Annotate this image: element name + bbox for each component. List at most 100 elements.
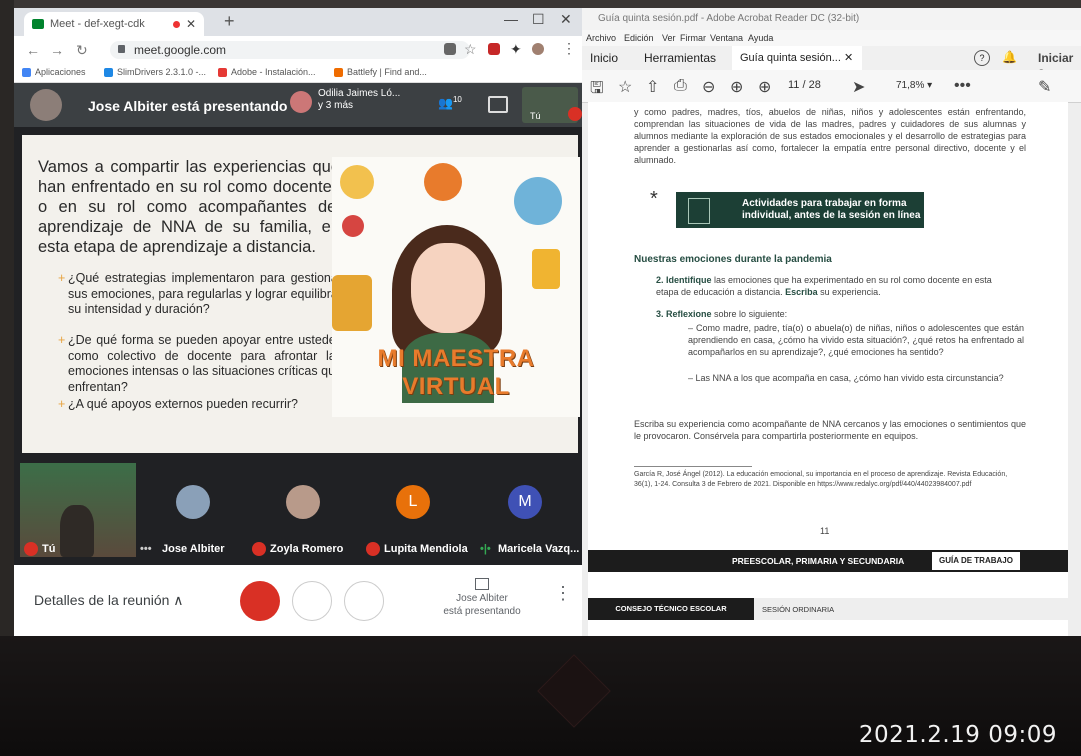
footnote-divider	[634, 466, 752, 467]
close-window-button[interactable]: ✕	[560, 11, 572, 28]
close-tab-icon[interactable]: ✕	[186, 17, 196, 31]
list-item: 3. Reflexione sobre lo siguiente:	[656, 309, 788, 319]
profile-avatar[interactable]	[532, 43, 544, 55]
more-options-icon[interactable]: ⋮	[554, 583, 572, 604]
slide-title: Vamos a compartir las experiencias que h…	[38, 158, 340, 256]
more-options-icon[interactable]: •••	[140, 543, 152, 555]
mic-off-icon	[24, 542, 38, 556]
help-icon[interactable]: ?	[974, 50, 990, 66]
shared-slide: Vamos a compartir las experiencias que h…	[22, 135, 580, 453]
tab-home[interactable]: Inicio	[590, 51, 618, 65]
upload-icon[interactable]: ⇧	[646, 77, 659, 97]
apple-icon	[342, 215, 364, 237]
menu-item[interactable]: Ventana	[710, 33, 743, 43]
meeting-controls: Detalles de la reunión ∧ Jose Albiter es…	[14, 565, 582, 636]
mic-toggle-button[interactable]	[240, 581, 280, 621]
monitor-frame-left	[0, 0, 14, 640]
minimize-button[interactable]: —	[504, 11, 518, 27]
bookmark-apps[interactable]: Aplicaciones	[22, 67, 86, 77]
avatar	[286, 485, 320, 519]
menu-item[interactable]: Edición	[624, 33, 654, 43]
footer-band: CONSEJO TÉCNICO ESCOLAR SESIÓN ORDINARIA	[588, 598, 1068, 620]
present-icon	[475, 578, 489, 590]
people-button[interactable]: 👥10	[438, 95, 462, 110]
forward-icon[interactable]: →	[50, 42, 64, 58]
bookmarks-bar: Aplicaciones SlimDrivers 2.3.1.0 -... Ad…	[14, 64, 582, 83]
print-icon[interactable]: ⎙	[674, 77, 687, 95]
bell-icon[interactable]: 🔔	[1002, 50, 1017, 64]
participants-summary: Odilia Jaimes Ló... y 3 más	[318, 88, 401, 111]
list-item: – Como madre, padre, tía(o) o abuela(o) …	[688, 323, 1024, 357]
mic-off-icon	[252, 542, 266, 556]
footer-band: PREESCOLAR, PRIMARIA Y SECUNDARIA GUÍA D…	[588, 550, 1068, 572]
maximize-button[interactable]: ☐	[532, 11, 545, 28]
globe-icon	[514, 177, 562, 225]
menu-bar: Archivo Edición Ver Firmar Ventana Ayuda	[582, 30, 1081, 46]
acrobat-window: Guía quinta sesión.pdf - Adobe Acrobat R…	[582, 8, 1081, 636]
slide-bullet: ¿Qué estrategias implementaron para gest…	[58, 271, 342, 318]
page-field[interactable]: 11 / 28	[788, 79, 821, 91]
more-tools-icon[interactable]: •••	[954, 77, 971, 95]
sign-icon[interactable]: ✎	[1038, 77, 1051, 97]
presentation-status[interactable]: Jose Albiter está presentando	[432, 578, 532, 618]
reload-icon[interactable]: ↻	[76, 42, 88, 59]
asterisk-icon: *	[650, 188, 658, 210]
pencil-icon	[532, 249, 560, 289]
menu-item[interactable]: Ver	[662, 33, 676, 43]
slide-bullet: ¿A qué apoyos externos pueden recurrir?	[58, 397, 342, 413]
page-number: 11	[820, 526, 830, 536]
footnote: García R, José Ángel (2012). La educació…	[634, 471, 1008, 488]
footer-tag: SESIÓN ORDINARIA	[762, 605, 835, 614]
bookmark-battlefy[interactable]: Battlefy | Find and...	[334, 67, 427, 77]
activity-box-text: Actividades para trabajar en forma indiv…	[742, 198, 921, 221]
meeting-details-button[interactable]: Detalles de la reunión ∧	[34, 592, 184, 609]
tab-strip: Meet - def-xegt-cdk ✕ + — ☐ ✕	[14, 8, 582, 36]
tab-tools[interactable]: Herramientas	[644, 51, 716, 65]
hang-up-button[interactable]	[292, 581, 332, 621]
zoom-select[interactable]: 71,8% ▾	[896, 80, 932, 91]
camera-toggle-button[interactable]	[344, 581, 384, 621]
url-field[interactable]: meet.google.com	[110, 41, 470, 59]
intro-paragraph: y como padres, madres, tíos, abuelos de …	[634, 107, 1026, 165]
lock-icon	[118, 45, 125, 53]
avatar: M	[508, 485, 542, 519]
camera-indicator-icon[interactable]	[444, 43, 456, 55]
pdf-page[interactable]: y como padres, madres, tíos, abuelos de …	[588, 102, 1068, 636]
menu-item[interactable]: Ayuda	[748, 33, 773, 43]
next-page-icon[interactable]: ⊕	[758, 77, 771, 97]
participant-name: Maricela Vazq...	[498, 543, 580, 555]
puzzle-icon[interactable]: ✦	[510, 41, 522, 58]
prev-page-icon[interactable]: ⊕	[730, 77, 743, 97]
back-icon[interactable]: ←	[26, 42, 40, 58]
tab-meet[interactable]: Meet - def-xegt-cdk ✕	[24, 12, 204, 36]
bookmark-star-icon[interactable]: ☆	[618, 77, 632, 97]
star-icon[interactable]: ☆	[464, 41, 477, 58]
avatar: L	[396, 485, 430, 519]
slide-banner: MI MAESTRA VIRTUAL	[377, 345, 535, 400]
participant-name: Zoyla Romero	[270, 543, 344, 555]
tab-title: Meet - def-xegt-cdk	[50, 18, 145, 30]
recording-dot-icon	[172, 20, 180, 28]
new-tab-button[interactable]: +	[224, 11, 235, 32]
mic-off-icon	[366, 542, 380, 556]
footer-label: CONSEJO TÉCNICO ESCOLAR	[588, 598, 754, 620]
bookmark-slimdrivers[interactable]: SlimDrivers 2.3.1.0 -...	[104, 67, 206, 77]
chat-icon[interactable]	[488, 96, 508, 113]
menu-item[interactable]: Archivo	[586, 33, 616, 43]
camera-person	[60, 505, 94, 557]
mic-off-icon	[568, 107, 582, 121]
bookmark-adobe[interactable]: Adobe - Instalación...	[218, 67, 316, 77]
tab-document[interactable]: Guía quinta sesión... ✕	[732, 46, 862, 70]
participant-strip: Tú ••• Jose Albiter Zoyla Romero L Lupit…	[14, 455, 582, 565]
menu-icon[interactable]: ⋮	[562, 40, 576, 57]
menu-item[interactable]: Firmar	[680, 33, 706, 43]
save-icon[interactable]: 🖫	[590, 77, 604, 104]
extension-icon[interactable]	[488, 43, 500, 55]
section-title: Nuestras emociones durante la pandemia	[634, 254, 832, 265]
self-camera-tile[interactable]	[20, 463, 136, 557]
cursor-icon[interactable]: ➤	[852, 77, 865, 97]
zoom-out-icon[interactable]: ⊖	[702, 77, 715, 97]
window-title: Guía quinta sesión.pdf - Adobe Acrobat R…	[582, 8, 1081, 30]
teacher-illustration: MI MAESTRA VIRTUAL	[332, 157, 580, 417]
address-bar: ← → ↻ meet.google.com ☆ ✦ ⋮	[14, 36, 582, 64]
